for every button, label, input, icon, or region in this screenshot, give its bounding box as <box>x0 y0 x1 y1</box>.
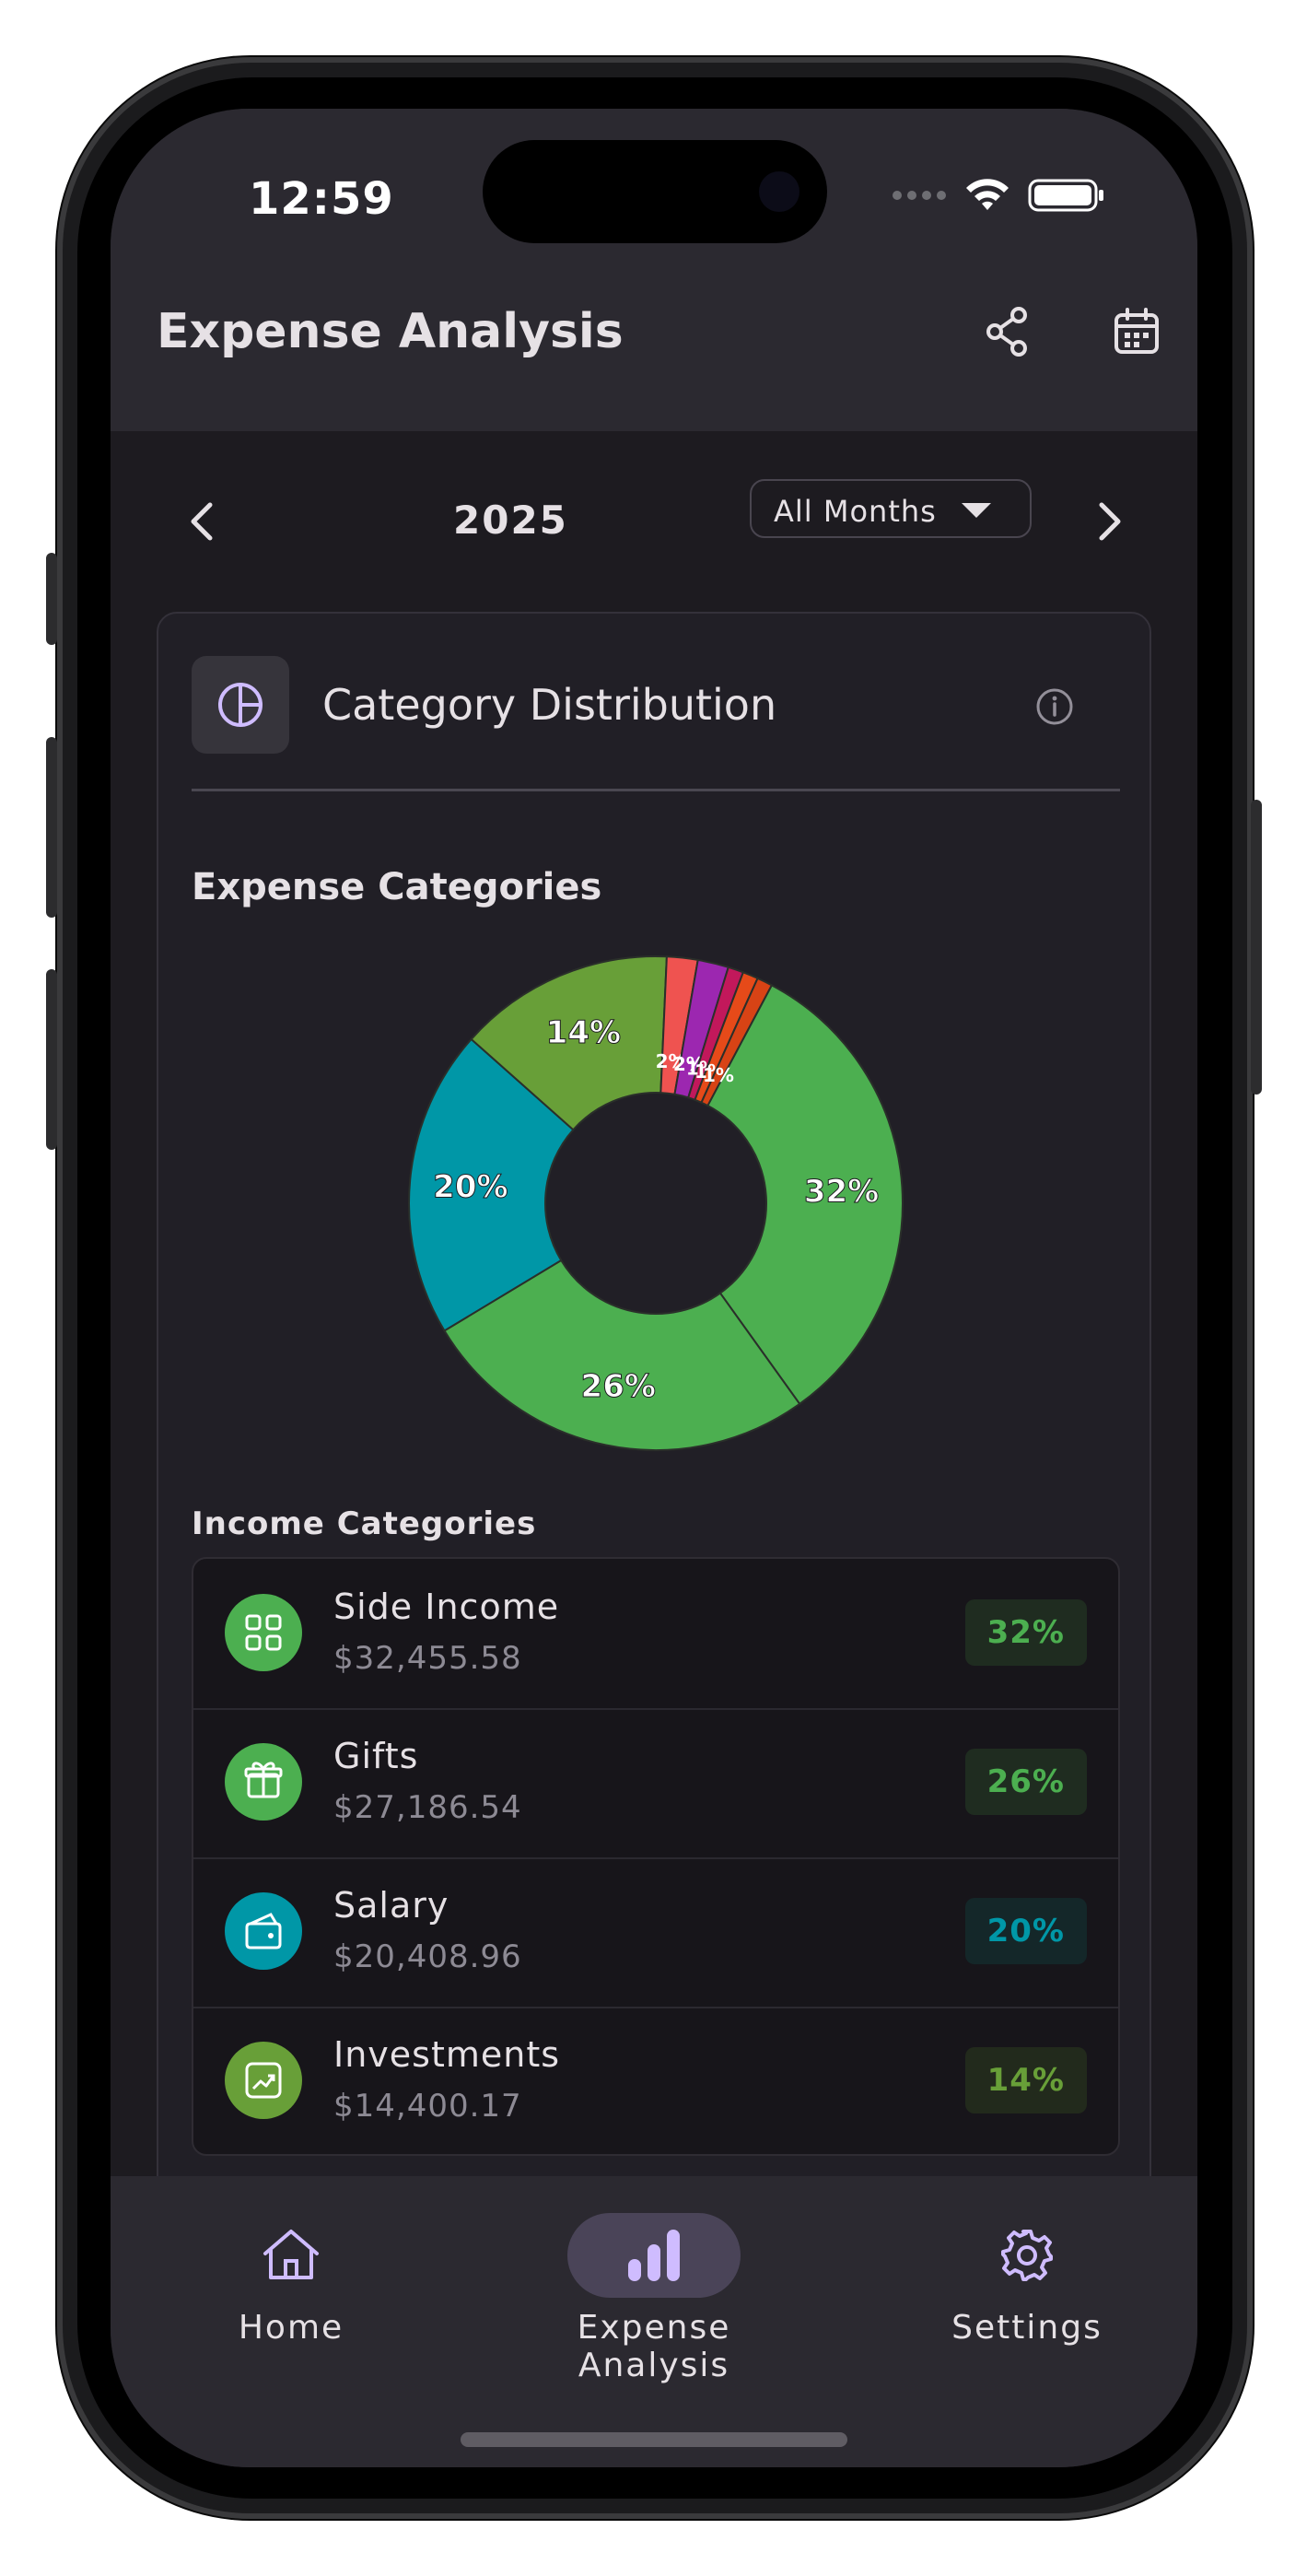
category-amount: $20,408.96 <box>333 1938 522 1975</box>
period-selector: 2025 All Months <box>111 431 1197 615</box>
pie-chart-icon <box>218 683 263 727</box>
caret-down-icon <box>962 503 991 518</box>
grid-icon <box>245 1614 282 1651</box>
donut-chart: 32%26%20%14%2%2%1%1%1% <box>408 955 904 1451</box>
chevron-left-icon[interactable] <box>175 494 230 549</box>
nav-label: Settings <box>951 2309 1103 2347</box>
dynamic-island <box>483 140 827 243</box>
gear-icon <box>1001 2230 1053 2281</box>
bar-chart-icon <box>628 2230 680 2281</box>
nav-label: Home <box>238 2309 344 2347</box>
nav-icon-container <box>940 2213 1114 2298</box>
card-icon-container <box>192 656 289 754</box>
donut-slice-label: 1% <box>703 1064 734 1086</box>
category-amount: $32,455.58 <box>333 1640 522 1677</box>
gift-icon <box>244 1762 283 1798</box>
front-camera <box>759 171 799 212</box>
category-avatar <box>225 1743 302 1821</box>
card-divider <box>192 789 1120 791</box>
list-item[interactable]: Investments $14,400.17 14% <box>193 2007 1118 2154</box>
nav-icon-container <box>204 2213 378 2298</box>
signal-icon <box>893 191 946 200</box>
category-name: Salary <box>333 1885 449 1926</box>
category-avatar <box>225 2042 302 2119</box>
trend-icon <box>245 2062 282 2099</box>
status-icons <box>892 177 1105 214</box>
battery-icon <box>1028 179 1103 212</box>
calendar-icon[interactable] <box>1109 304 1164 359</box>
bottom-navigation: Home Expense Analysis Settings <box>111 2176 1197 2467</box>
category-amount: $14,400.17 <box>333 2088 522 2125</box>
category-name: Investments <box>333 2034 561 2075</box>
app-bar: Expense Analysis <box>111 256 1197 431</box>
nav-home[interactable]: Home <box>204 2213 378 2347</box>
action-button <box>46 553 57 645</box>
power-button <box>1251 800 1262 1095</box>
list-item[interactable]: Gifts $27,186.54 26% <box>193 1708 1118 1859</box>
card-title: Category Distribution <box>322 680 777 730</box>
donut-slice-label: 20% <box>433 1168 508 1205</box>
expense-categories-title: Expense Categories <box>192 866 602 908</box>
category-amount: $27,186.54 <box>333 1789 522 1826</box>
nav-label: Expense Analysis <box>577 2309 731 2384</box>
donut-slice-label: 26% <box>581 1368 656 1405</box>
info-icon[interactable] <box>1033 685 1076 728</box>
app-screen: 12:59 Expense Analysis 2025 All Months C… <box>111 109 1197 2467</box>
category-name: Side Income <box>333 1587 560 1627</box>
volume-up-button <box>46 737 57 918</box>
nav-settings[interactable]: Settings <box>930 2213 1124 2347</box>
chevron-right-icon[interactable] <box>1081 494 1137 549</box>
category-avatar <box>225 1594 302 1671</box>
percent-badge: 32% <box>964 1599 1087 1666</box>
list-item[interactable]: Salary $20,408.96 20% <box>193 1857 1118 2008</box>
percent-badge: 26% <box>964 1749 1087 1815</box>
month-dropdown[interactable]: All Months <box>750 479 1032 538</box>
status-bar: 12:59 <box>111 109 1197 256</box>
list-item[interactable]: Side Income $32,455.58 32% <box>193 1559 1118 1710</box>
nav-expense-analysis[interactable]: Expense Analysis <box>516 2213 792 2384</box>
income-categories-title: Income Categories <box>192 1505 537 1542</box>
category-avatar <box>225 1892 302 1970</box>
percent-badge: 20% <box>964 1898 1087 1964</box>
home-icon <box>263 2230 319 2279</box>
wallet-icon <box>245 1913 282 1950</box>
category-name: Gifts <box>333 1736 419 1776</box>
status-time: 12:59 <box>249 173 394 225</box>
page-title: Expense Analysis <box>157 304 624 359</box>
percent-badge: 14% <box>964 2047 1087 2113</box>
donut-slice-label: 32% <box>804 1174 879 1211</box>
volume-down-button <box>46 969 57 1150</box>
year-label: 2025 <box>453 498 568 543</box>
wifi-icon <box>966 179 1009 210</box>
donut-slice-label: 14% <box>546 1014 621 1051</box>
month-dropdown-value: All Months <box>774 494 937 529</box>
income-category-list: Side Income $32,455.58 32% Gifts $27,186… <box>192 1557 1120 2156</box>
share-icon[interactable] <box>980 304 1035 359</box>
nav-icon-active-pill <box>567 2213 741 2298</box>
home-indicator <box>461 2432 847 2447</box>
